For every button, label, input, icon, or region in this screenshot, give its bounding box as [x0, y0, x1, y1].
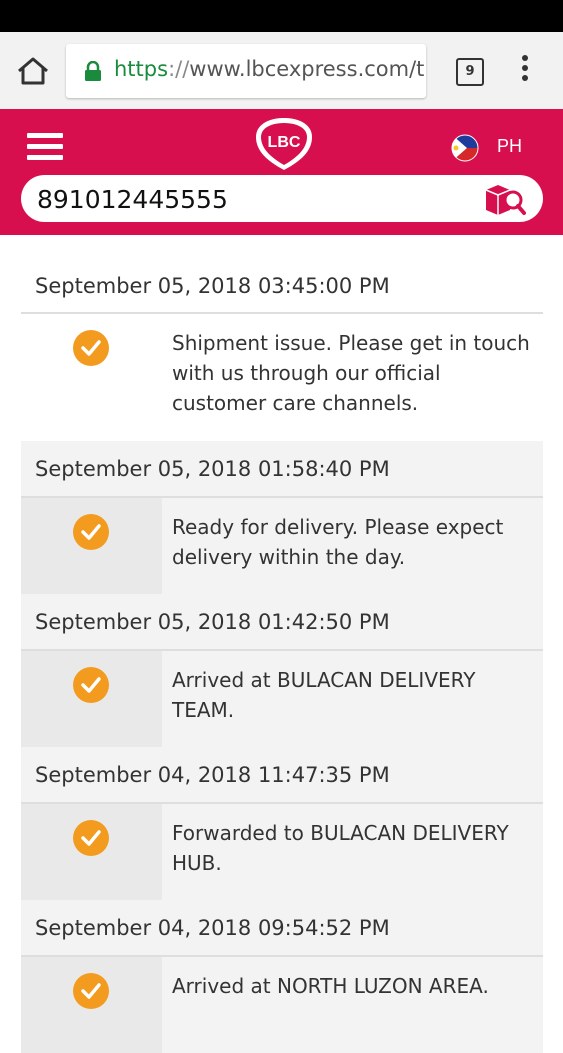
tracking-timeline: September 05, 2018 03:45:00 PM Shipment … [21, 258, 543, 1053]
timeline-entry: September 04, 2018 09:54:52 PM Arrived a… [21, 900, 543, 1053]
country-code[interactable]: PH [497, 136, 522, 157]
entry-status: Arrived at NORTH LUZON AREA. [172, 974, 489, 998]
status-bar [0, 0, 563, 32]
tracking-number-input[interactable] [37, 184, 457, 214]
check-circle-icon [73, 973, 109, 1009]
ph-flag-icon[interactable] [451, 134, 479, 162]
entry-status: Shipment issue. Please get in touch with… [172, 331, 530, 415]
home-icon[interactable] [16, 56, 50, 86]
entry-date: September 05, 2018 03:45:00 PM [21, 258, 543, 314]
tab-switcher-button[interactable]: 9 [456, 58, 484, 86]
entry-date: September 05, 2018 01:58:40 PM [21, 441, 543, 498]
check-circle-icon [73, 667, 109, 703]
overflow-menu-icon[interactable] [515, 55, 535, 87]
url-separator: :// [168, 57, 190, 81]
timeline-entry: September 05, 2018 01:58:40 PM Ready for… [21, 441, 543, 594]
lbc-logo[interactable]: LBC [253, 115, 315, 171]
check-circle-icon [73, 820, 109, 856]
address-bar[interactable]: https://www.lbcexpress.com/tr [66, 44, 426, 98]
entry-date: September 04, 2018 09:54:52 PM [21, 900, 543, 957]
check-circle-icon [73, 330, 109, 366]
entry-date: September 04, 2018 11:47:35 PM [21, 747, 543, 804]
entry-status: Forwarded to BULACAN DELIVERY HUB. [172, 821, 509, 875]
logo-text: LBC [268, 134, 301, 151]
check-circle-icon [73, 514, 109, 550]
timeline-entry: September 05, 2018 03:45:00 PM Shipment … [21, 258, 543, 441]
site-header: LBC PH [0, 109, 563, 235]
url-host: www.lbcexpress.com/tr [189, 57, 426, 81]
entry-status: Ready for delivery. Please expect delive… [172, 515, 504, 569]
url-scheme: https [114, 57, 169, 81]
entry-date: September 05, 2018 01:42:50 PM [21, 594, 543, 651]
tracking-search-bar [21, 175, 543, 222]
package-search-icon[interactable] [483, 182, 527, 216]
timeline-entry: September 04, 2018 11:47:35 PM Forwarded… [21, 747, 543, 900]
lock-icon [85, 61, 101, 81]
browser-toolbar: https://www.lbcexpress.com/tr 9 [0, 32, 563, 110]
entry-status: Arrived at BULACAN DELIVERY TEAM. [172, 668, 476, 722]
hamburger-menu-icon[interactable] [27, 133, 63, 161]
timeline-entry: September 05, 2018 01:42:50 PM Arrived a… [21, 594, 543, 747]
url-text: https://www.lbcexpress.com/tr [114, 57, 426, 81]
